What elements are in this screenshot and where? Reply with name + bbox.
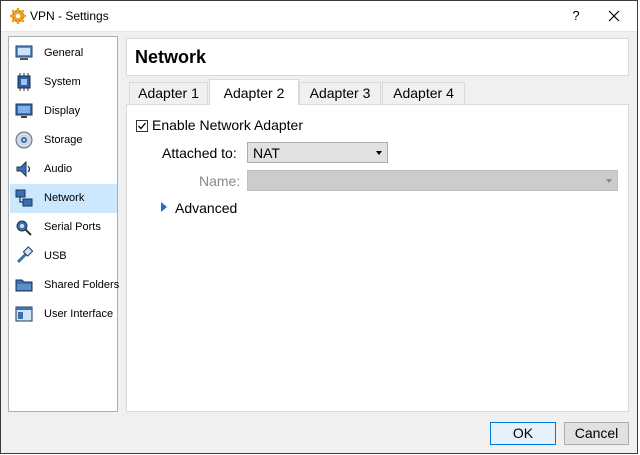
- page-title: Network: [135, 47, 207, 67]
- sidebar-item-network[interactable]: Network: [10, 184, 117, 213]
- sidebar-item-label: Storage: [44, 134, 83, 146]
- settings-window: VPN - Settings ? General System Display …: [0, 0, 638, 454]
- general-icon: [15, 45, 33, 60]
- audio-icon: [16, 160, 31, 178]
- display-icon: [15, 103, 33, 118]
- expand-arrow-icon[interactable]: [161, 202, 167, 212]
- usb-icon: [16, 246, 34, 264]
- serial-ports-icon: [16, 220, 32, 236]
- attached-to-label: Attached to:: [162, 145, 237, 161]
- enable-adapter-label[interactable]: Enable Network Adapter: [152, 117, 303, 133]
- sidebar-item-label: Serial Ports: [44, 221, 101, 233]
- window-title: VPN - Settings: [30, 9, 109, 23]
- close-button[interactable]: [602, 5, 626, 27]
- sidebar-item-storage[interactable]: Storage: [10, 126, 117, 155]
- sidebar-item-label: General: [44, 47, 84, 59]
- sidebar-item-usb[interactable]: USB: [10, 242, 117, 271]
- sidebar-item-general[interactable]: General: [10, 39, 117, 68]
- shared-folders-icon: [15, 279, 33, 292]
- sidebar-item-label: Audio: [44, 163, 73, 175]
- sidebar-item-label: System: [44, 76, 81, 88]
- name-label: Name:: [199, 173, 241, 189]
- app-gear-icon: [10, 8, 26, 24]
- attached-to-value: NAT: [253, 145, 280, 161]
- tab-adapter-2[interactable]: Adapter 2: [209, 79, 299, 105]
- checkmark-icon: [138, 122, 147, 130]
- sidebar-item-shared-folders[interactable]: Shared Folders: [10, 271, 120, 300]
- enable-adapter-checkbox[interactable]: [136, 120, 148, 132]
- sidebar-item-serial-ports[interactable]: Serial Ports: [10, 213, 117, 242]
- sidebar-item-label: Network: [44, 192, 85, 204]
- storage-icon: [15, 131, 33, 149]
- tab-adapter-4[interactable]: Adapter 4: [382, 82, 465, 104]
- tab-adapter-3[interactable]: Adapter 3: [299, 82, 381, 104]
- sidebar-item-label: User Interface: [44, 308, 114, 320]
- network-icon: [15, 189, 33, 207]
- adapter-tab-panel: Enable Network Adapter Attached to: NAT …: [126, 104, 629, 412]
- sidebar-item-display[interactable]: Display: [10, 97, 117, 126]
- advanced-toggle[interactable]: Advanced: [175, 200, 237, 216]
- system-icon: [17, 73, 31, 91]
- sidebar-item-audio[interactable]: Audio: [10, 155, 117, 184]
- sidebar-item-label: Shared Folders: [44, 279, 120, 291]
- sidebar-item-user-interface[interactable]: User Interface: [10, 300, 117, 329]
- tab-adapter-1[interactable]: Adapter 1: [129, 82, 208, 104]
- settings-sidebar: General System Display Storage Audio Net…: [8, 36, 120, 412]
- name-select: [247, 170, 618, 191]
- close-icon: [608, 10, 620, 22]
- attached-to-select[interactable]: NAT: [247, 142, 388, 163]
- chevron-down-icon: [606, 179, 612, 183]
- help-button[interactable]: ?: [567, 7, 585, 25]
- sidebar-item-system[interactable]: System: [10, 68, 117, 97]
- cancel-button[interactable]: Cancel: [564, 422, 629, 445]
- user-interface-icon: [15, 306, 33, 322]
- chevron-down-icon: [376, 151, 382, 155]
- title-bar[interactable]: VPN - Settings ?: [1, 1, 637, 32]
- page-header: Network: [126, 38, 629, 76]
- sidebar-item-label: USB: [44, 250, 67, 262]
- ok-button[interactable]: OK: [490, 422, 556, 445]
- sidebar-item-label: Display: [44, 105, 81, 117]
